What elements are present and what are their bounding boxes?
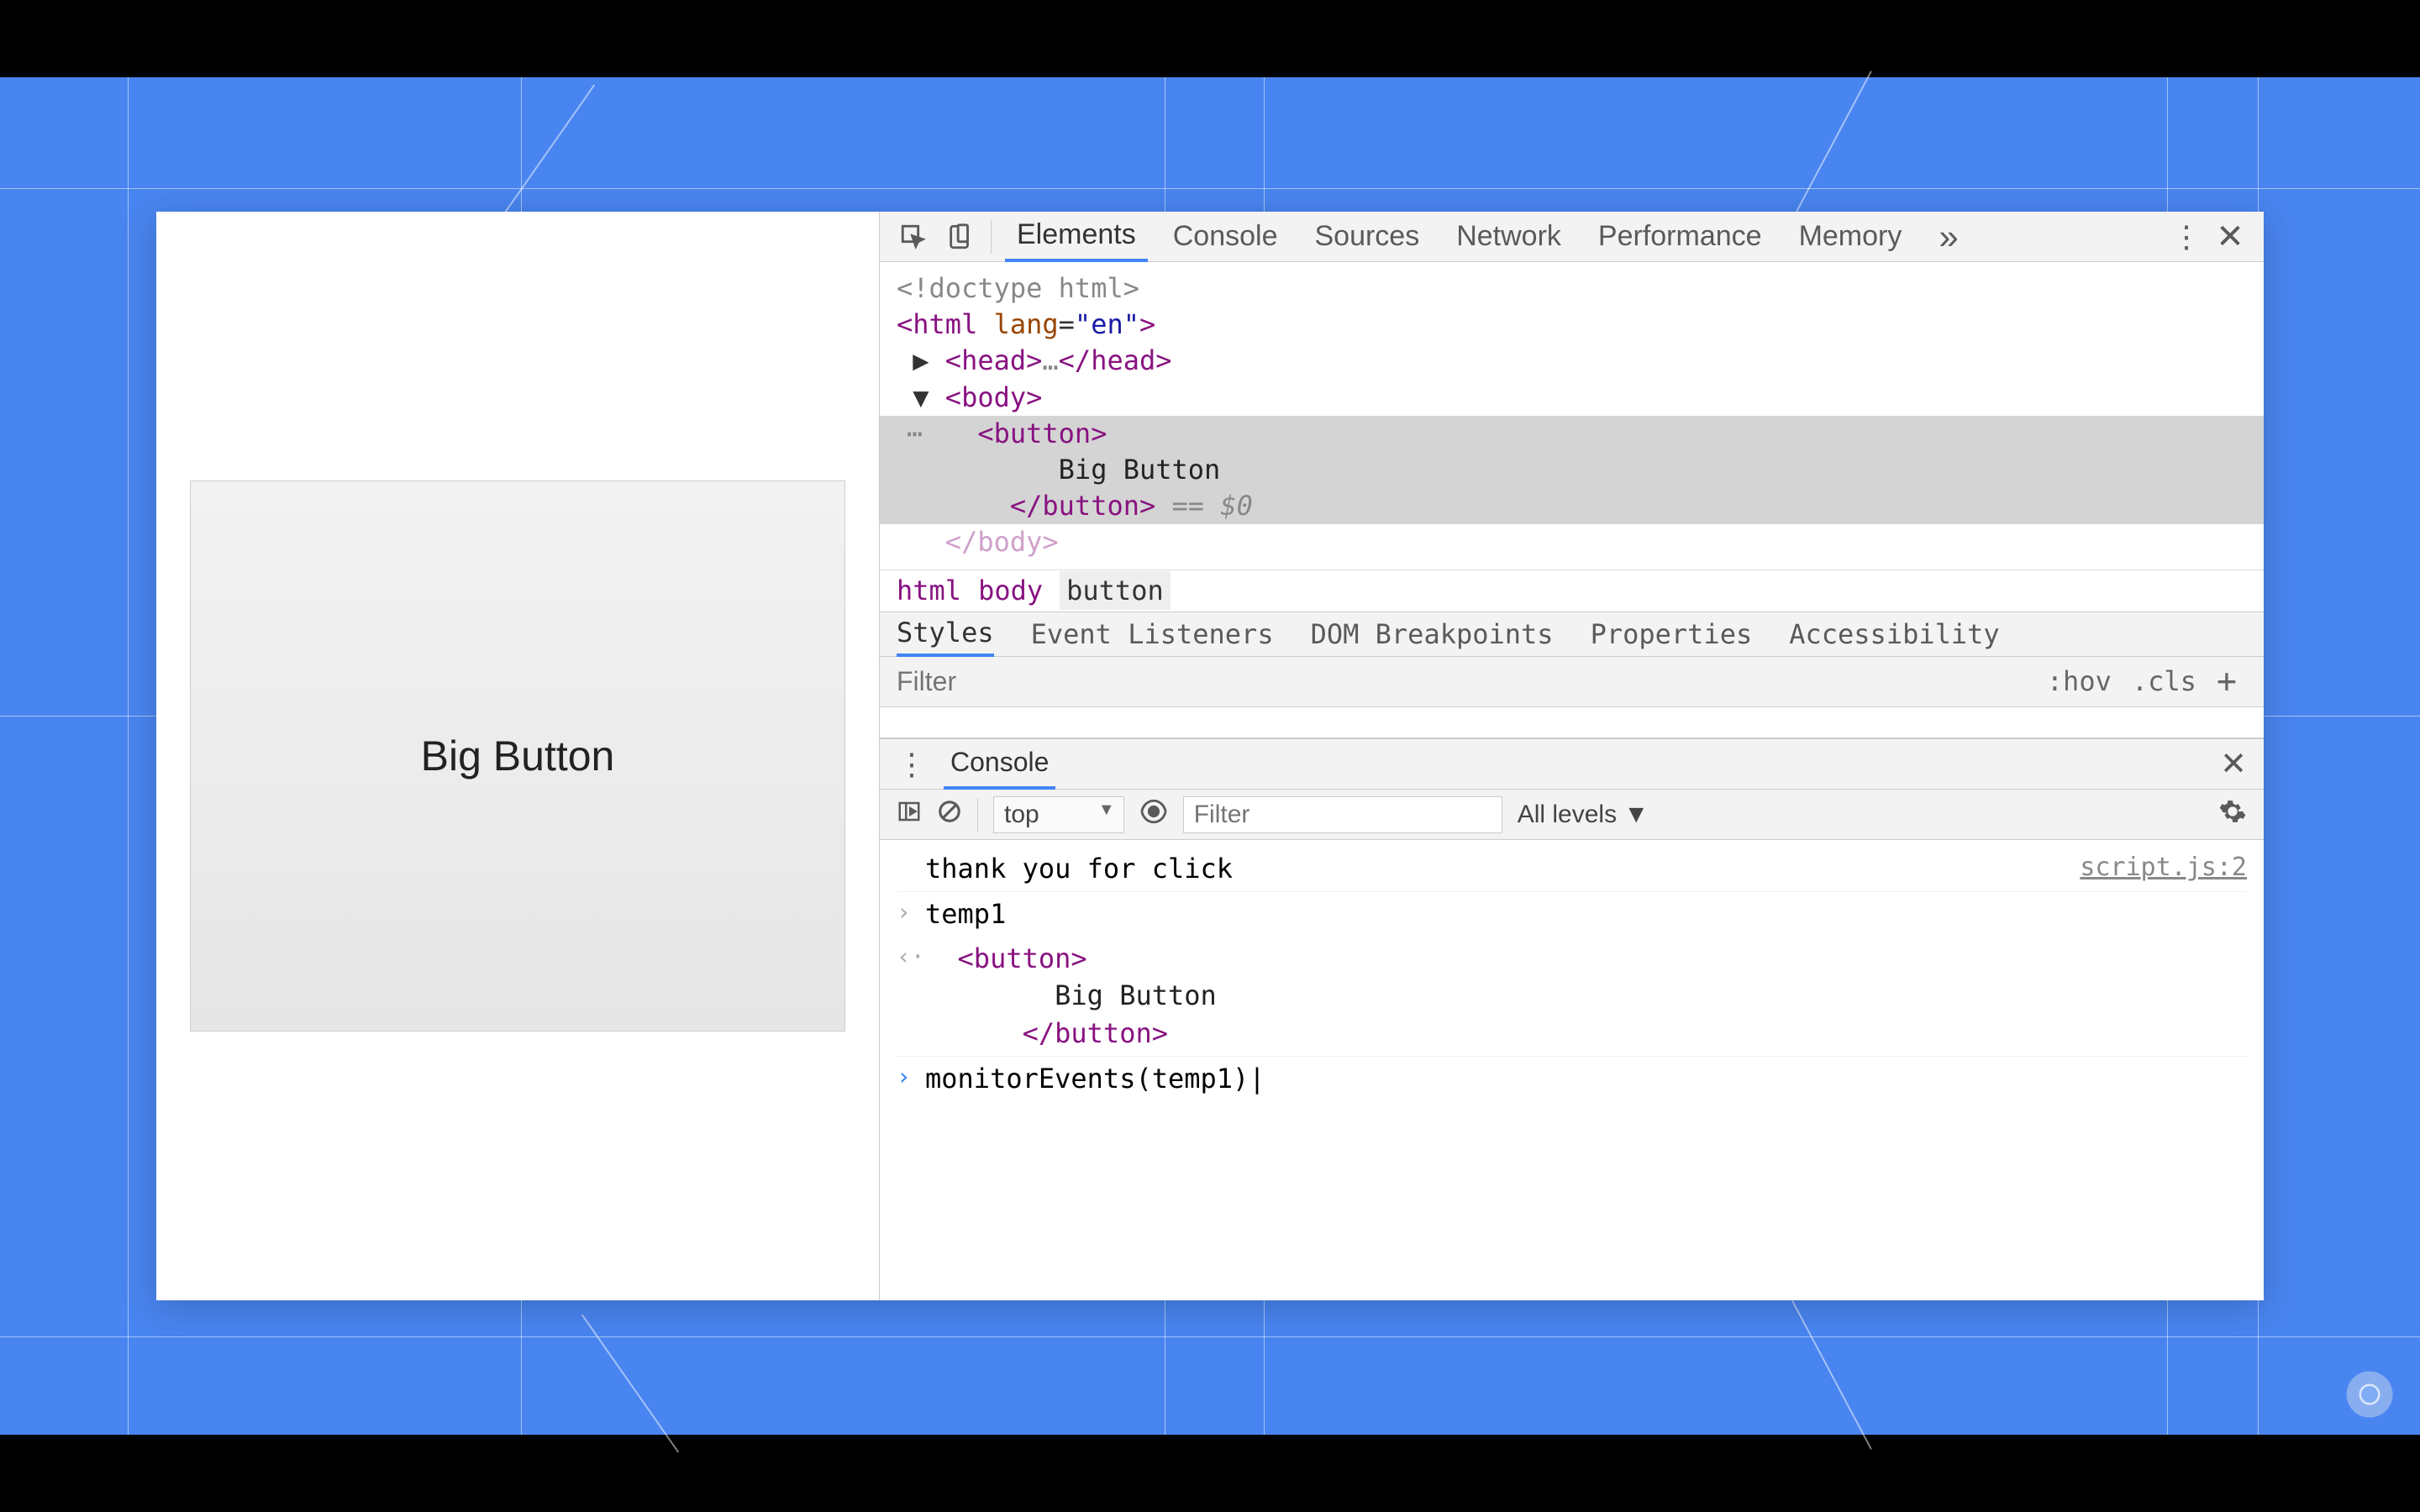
close-devtools-icon[interactable]: ✕: [2213, 220, 2247, 254]
log-levels-select[interactable]: All levels ▼: [1518, 801, 1649, 829]
console-toolbar: top All levels ▼: [880, 790, 2264, 840]
sidebar-toggle-icon[interactable]: [897, 799, 922, 831]
devtools-panel: Elements Console Sources Network Perform…: [879, 212, 2264, 1300]
console-log-row[interactable]: thank you for click script.js:2: [897, 847, 2247, 892]
console-output-row[interactable]: ‹· <button> Big Button </button>: [897, 937, 2247, 1057]
kebab-menu-icon[interactable]: ⋮: [897, 747, 927, 782]
slide-background: Big Button Elements Console Sources Netw…: [0, 77, 2420, 1435]
bg-line: [1791, 1300, 1872, 1450]
crumb-button[interactable]: button: [1060, 571, 1171, 610]
big-button[interactable]: Big Button: [190, 480, 845, 1032]
bg-line: [0, 1336, 2420, 1337]
tab-sources[interactable]: Sources: [1302, 212, 1431, 262]
tab-elements[interactable]: Elements: [1005, 212, 1148, 262]
main-window: Big Button Elements Console Sources Netw…: [156, 212, 2264, 1300]
chrome-logo-icon: [2344, 1369, 2395, 1420]
styles-filter-input[interactable]: [897, 666, 2037, 697]
console-drawer-header: ⋮ Console ✕: [880, 739, 2264, 790]
tabs-overflow-icon[interactable]: »: [1927, 212, 1970, 262]
big-button-label: Big Button: [421, 732, 615, 780]
bg-line: [497, 85, 595, 223]
console-input-row[interactable]: › temp1: [897, 892, 2247, 937]
letterbox-top: [0, 0, 2420, 77]
console-drawer: ⋮ Console ✕ top: [880, 738, 2264, 1300]
bg-line: [581, 1315, 679, 1453]
tab-console[interactable]: Console: [1161, 212, 1290, 262]
separator: [991, 220, 992, 254]
kebab-menu-icon[interactable]: ⋮: [2170, 220, 2203, 254]
subtab-properties[interactable]: Properties: [1591, 612, 1753, 657]
console-prompt-row[interactable]: › monitorEvents(temp1)|: [897, 1057, 2247, 1101]
letterbox-bottom: [0, 1435, 2420, 1512]
live-expression-icon[interactable]: [1139, 797, 1168, 832]
tab-network[interactable]: Network: [1444, 212, 1573, 262]
dom-selected-element[interactable]: <button> Big Button </button> == $0: [880, 416, 2264, 525]
dom-body-open[interactable]: ▼ <body>: [897, 380, 2247, 416]
bg-line: [128, 77, 129, 1435]
breadcrumb: html body button: [880, 570, 2264, 612]
subtab-dom-breakpoints[interactable]: DOM Breakpoints: [1311, 612, 1554, 657]
dom-tree[interactable]: <!doctype html> <html lang="en"> ▶ <head…: [880, 262, 2264, 570]
close-drawer-icon[interactable]: ✕: [2220, 745, 2247, 783]
elements-panel: <!doctype html> <html lang="en"> ▶ <head…: [880, 262, 2264, 738]
subtab-styles[interactable]: Styles: [897, 612, 994, 657]
bg-line: [0, 188, 2420, 189]
crumb-body[interactable]: body: [978, 575, 1043, 606]
dom-doctype[interactable]: <!doctype html>: [897, 270, 2247, 307]
page-preview: Big Button: [156, 212, 879, 1300]
styles-tabs: Styles Event Listeners DOM Breakpoints P…: [880, 612, 2264, 657]
log-source-link[interactable]: script.js:2: [2080, 850, 2247, 885]
tab-memory[interactable]: Memory: [1787, 212, 1914, 262]
styles-filter-bar: :hov .cls +: [880, 657, 2264, 707]
gear-icon[interactable]: [2218, 797, 2247, 832]
tab-performance[interactable]: Performance: [1586, 212, 1774, 262]
bg-line: [1791, 71, 1872, 220]
dom-html-open[interactable]: <html lang="en">: [897, 307, 2247, 343]
dom-head[interactable]: ▶ <head>…</head>: [897, 343, 2247, 379]
crumb-html[interactable]: html: [897, 575, 961, 606]
context-select[interactable]: top: [993, 796, 1124, 833]
devtools-tabs: Elements Console Sources Network Perform…: [880, 212, 2264, 262]
dom-body-close[interactable]: </body>: [897, 524, 2247, 560]
clear-console-icon[interactable]: [937, 799, 962, 831]
console-output[interactable]: thank you for click script.js:2 › temp1 …: [880, 840, 2264, 1300]
inspect-icon[interactable]: [897, 220, 930, 254]
ellipsis-icon[interactable]: ⋯: [907, 416, 923, 452]
subtab-accessibility[interactable]: Accessibility: [1789, 612, 1999, 657]
console-drawer-tab[interactable]: Console: [944, 739, 1055, 790]
add-rule-button[interactable]: +: [2207, 662, 2247, 701]
separator: [977, 798, 978, 832]
cls-toggle[interactable]: .cls: [2122, 665, 2207, 697]
subtab-event-listeners[interactable]: Event Listeners: [1031, 612, 1274, 657]
hov-toggle[interactable]: :hov: [2037, 665, 2122, 697]
console-filter-input[interactable]: [1183, 796, 1502, 833]
device-toggle-icon[interactable]: [944, 220, 977, 254]
